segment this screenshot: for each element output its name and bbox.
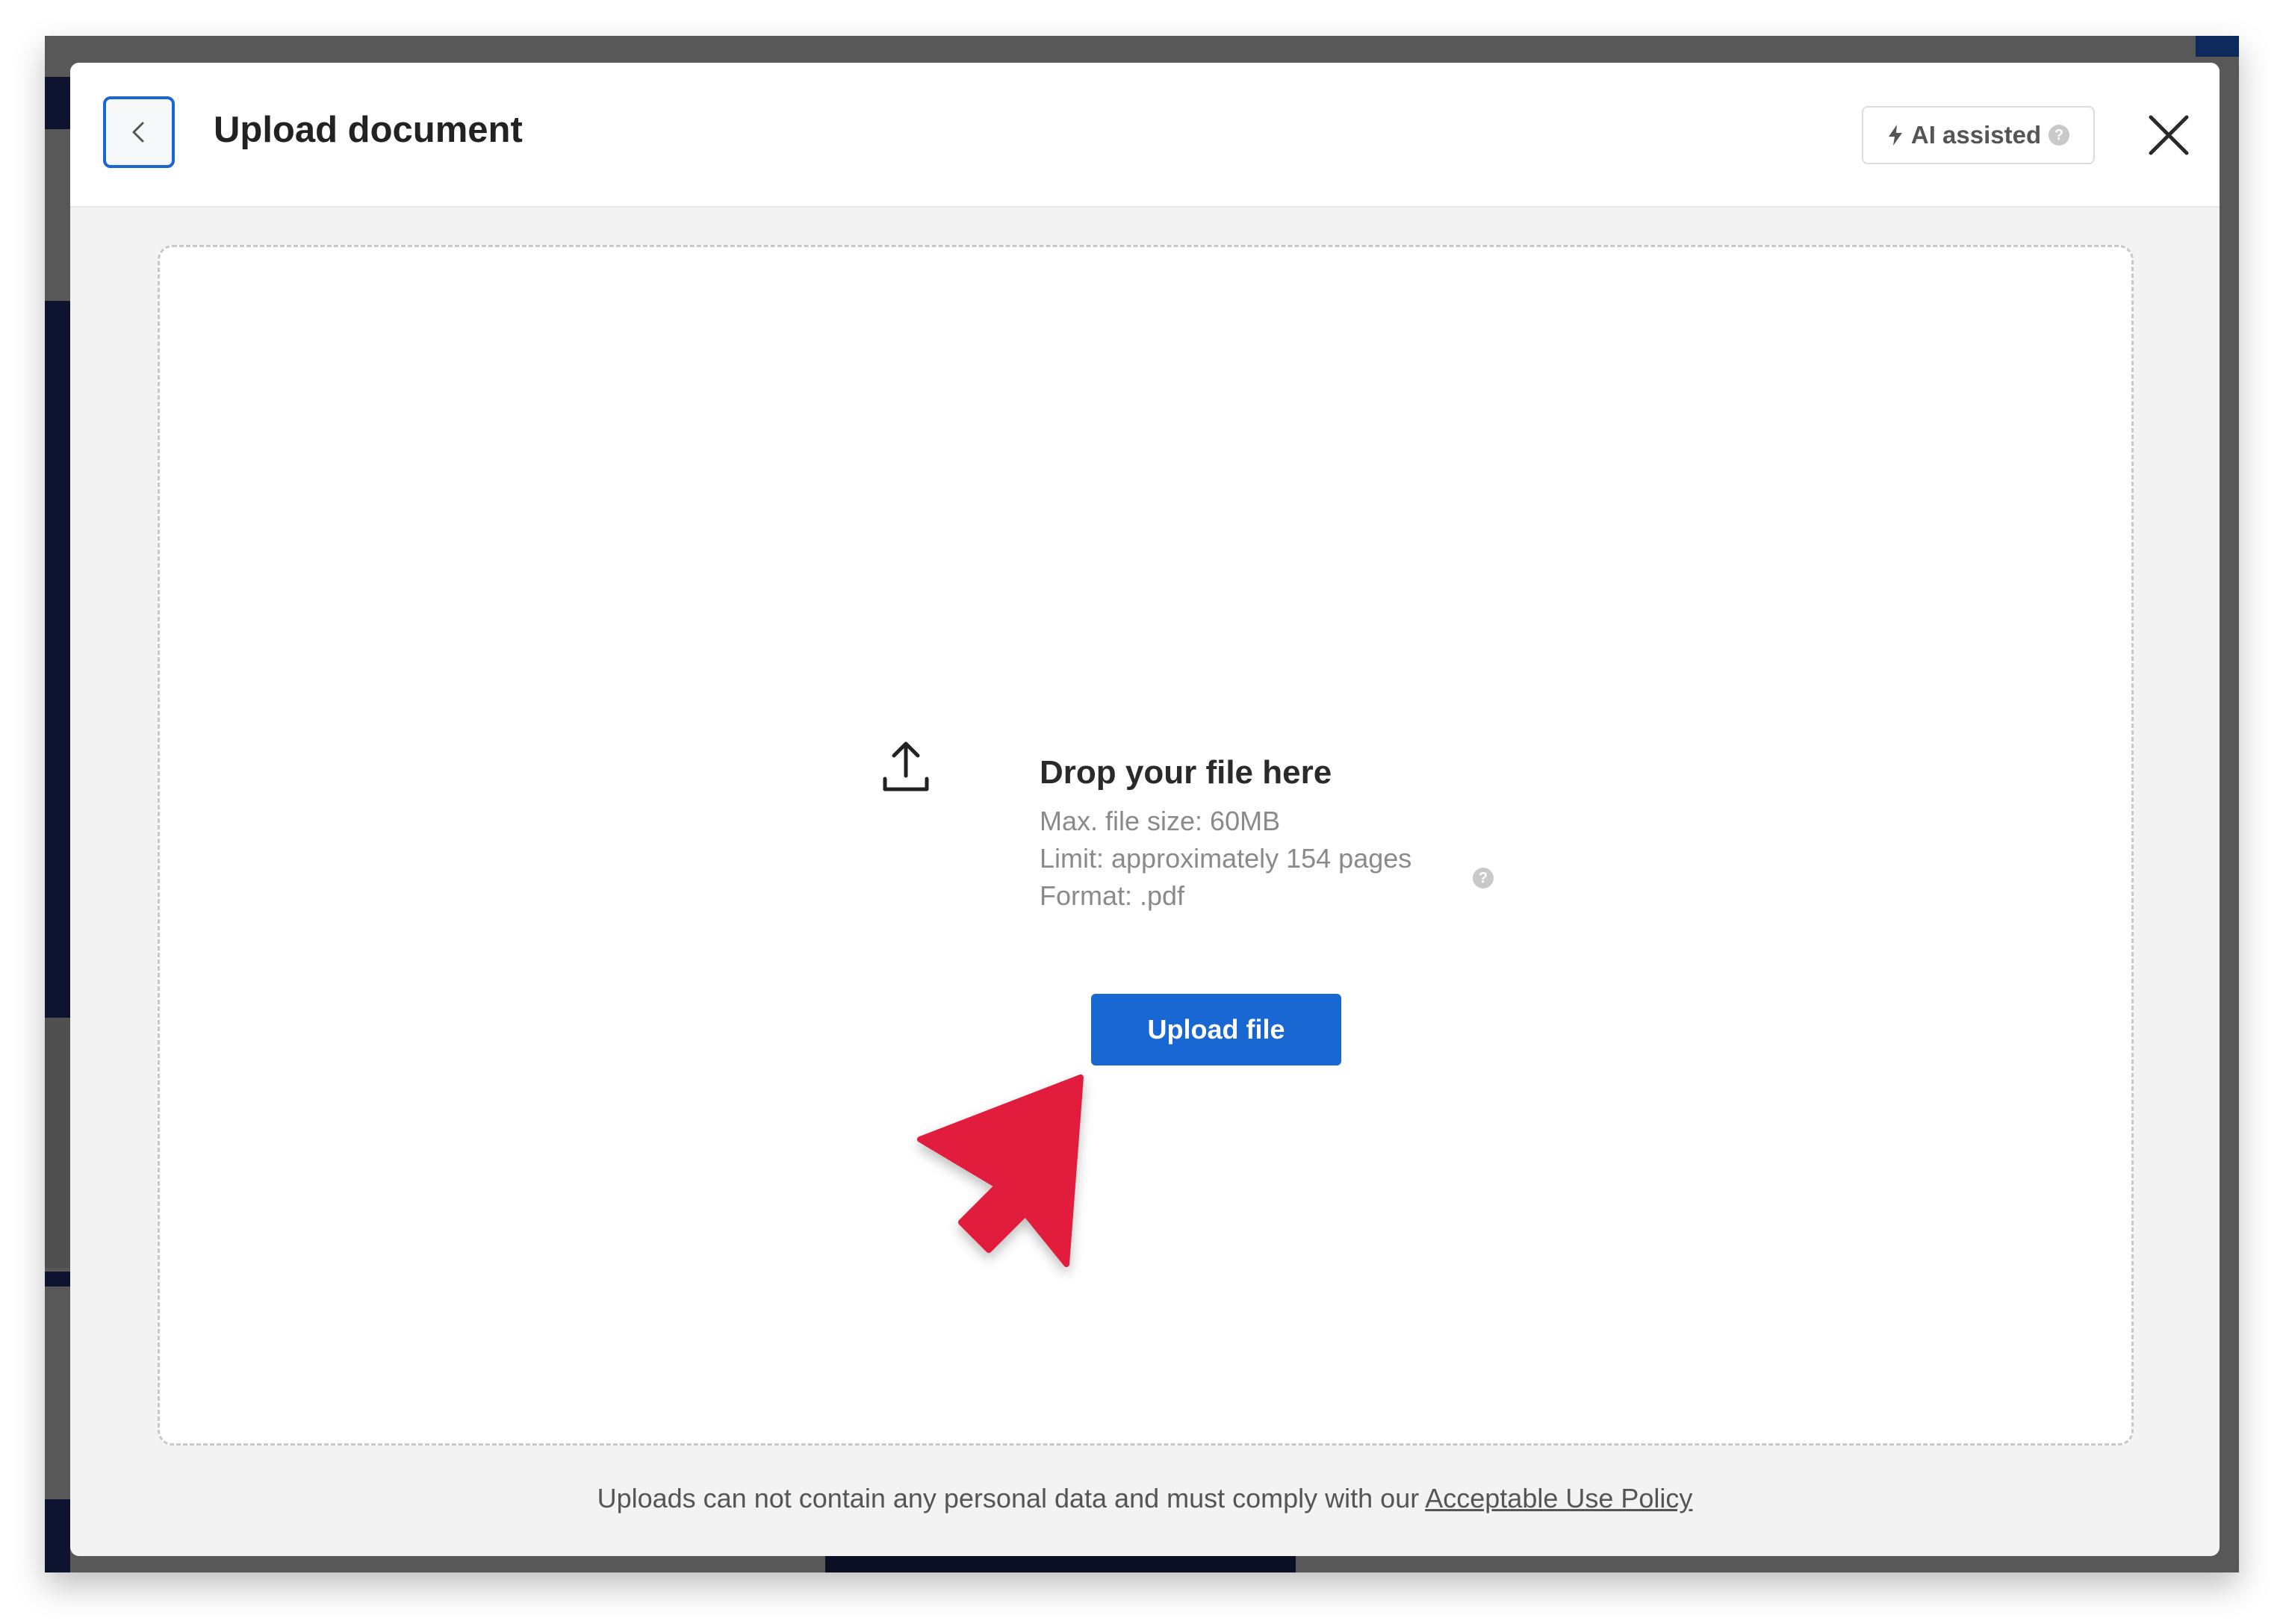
upload-icon [883, 741, 929, 791]
modal-title: Upload document [214, 110, 523, 150]
acceptable-use-policy-link[interactable]: Acceptable Use Policy [1425, 1483, 1692, 1513]
close-button[interactable] [2143, 109, 2195, 161]
footer-note: Uploads can not contain any personal dat… [70, 1481, 2220, 1516]
page-limit-text: Limit: approximately 154 pages [1040, 843, 1412, 874]
format-text: Format: .pdf [1040, 880, 1185, 911]
max-file-size-text: Max. file size: 60MB [1040, 806, 1281, 836]
back-button[interactable] [103, 96, 175, 168]
chevron-left-icon [132, 122, 144, 143]
footer-note-text: Uploads can not contain any personal dat… [597, 1483, 1426, 1513]
background-panel [45, 1018, 70, 1268]
pointer-arrow-icon [917, 1074, 1084, 1267]
file-dropzone[interactable]: Drop your file here Max. file size: 60MB… [158, 245, 2134, 1446]
dropzone-title: Drop your file here [1040, 754, 1332, 791]
background-sidebar-strip [45, 1272, 70, 1287]
background-sidebar-strip [45, 1499, 70, 1572]
upload-document-modal: Upload document AI assisted ? Drop your … [70, 63, 2220, 1556]
ai-assisted-label: AI assisted [1910, 121, 2042, 149]
background-sidebar-strip [45, 77, 70, 129]
ai-assisted-badge[interactable]: AI assisted ? [1862, 106, 2095, 164]
close-icon [2149, 115, 2189, 155]
lightning-icon [1888, 125, 1902, 146]
modal-header: Upload document AI assisted ? [70, 63, 2220, 208]
page-limit-help-icon[interactable]: ? [1473, 868, 1494, 889]
background-sidebar-strip [45, 301, 70, 1018]
help-icon[interactable]: ? [2049, 125, 2070, 146]
background-top-right-button [2196, 36, 2239, 57]
